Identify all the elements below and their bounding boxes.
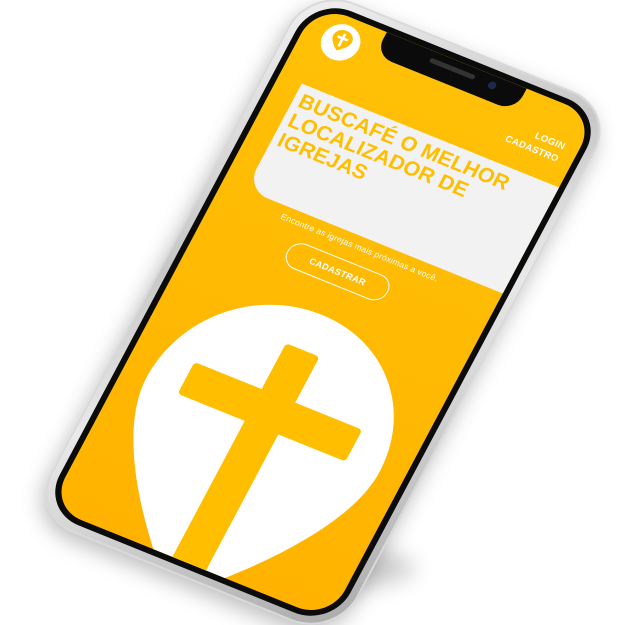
front-camera: [486, 80, 498, 91]
auth-links: LOGIN CADASTRO: [502, 120, 568, 166]
brand-logo[interactable]: [314, 18, 368, 67]
phone: LOGIN CADASTRO BUSCAFÉ O MELHOR LOCALIZA…: [28, 0, 618, 625]
phone-screen: LOGIN CADASTRO BUSCAFÉ O MELHOR LOCALIZA…: [49, 3, 597, 621]
cross-pin-icon: [321, 24, 360, 61]
product-mockup: LOGIN CADASTRO BUSCAFÉ O MELHOR LOCALIZA…: [0, 0, 643, 625]
